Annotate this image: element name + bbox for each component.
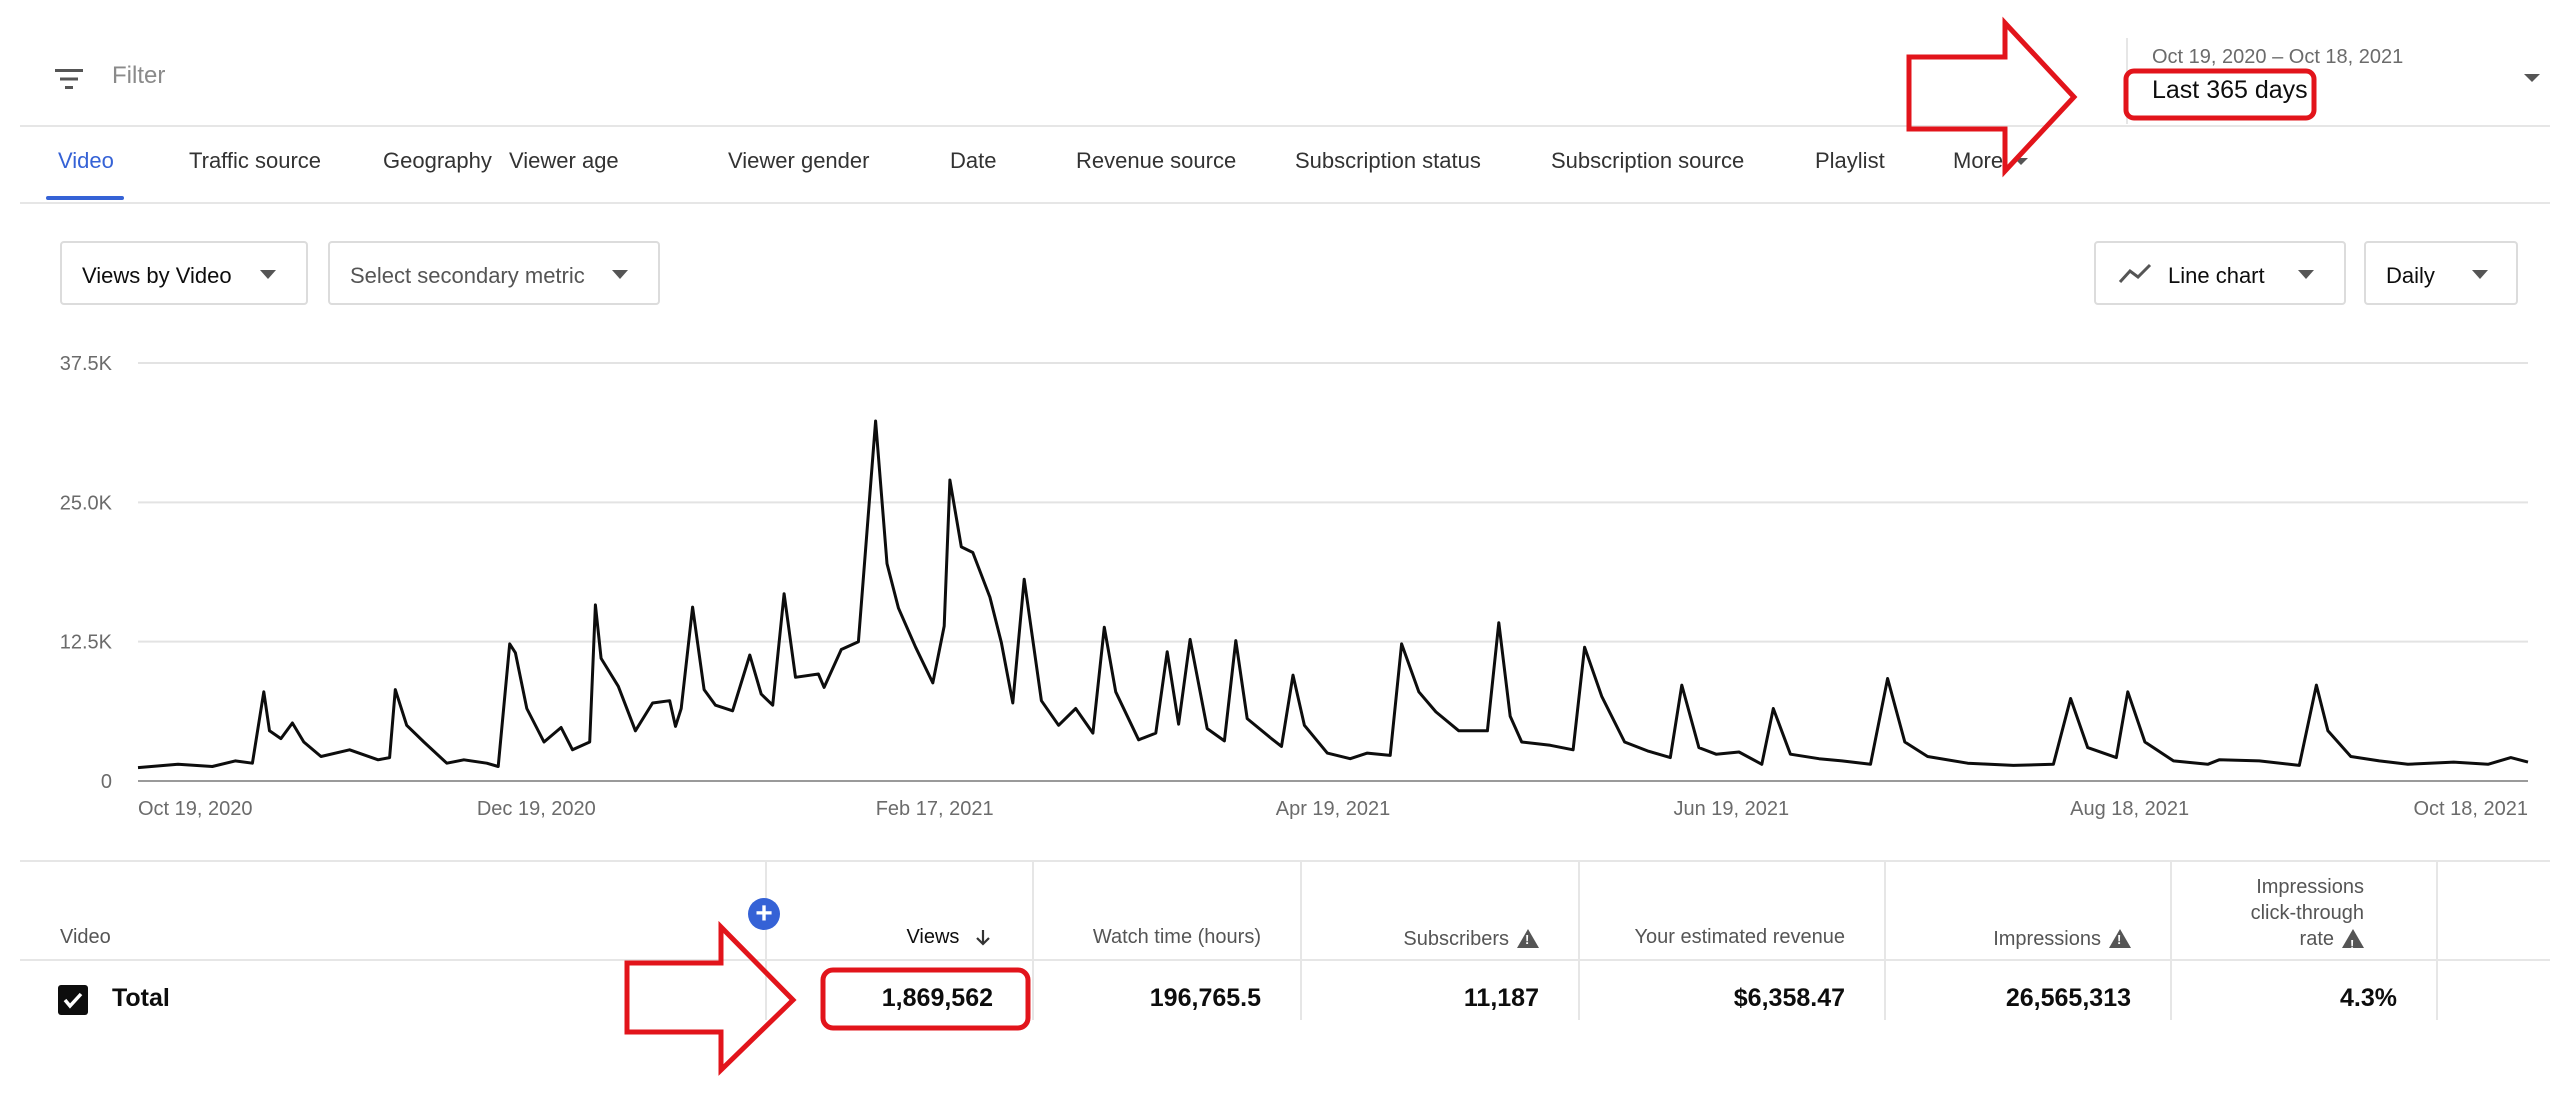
total-impressions: 26,565,313 bbox=[2005, 984, 2131, 1012]
granularity-label: Daily bbox=[2386, 263, 2435, 288]
total-ctr: 4.3% bbox=[2340, 984, 2397, 1012]
tab-revenue-source[interactable]: Revenue source bbox=[1076, 148, 1236, 174]
column-header-subscribers[interactable]: Subscribers bbox=[1403, 926, 1539, 951]
column-header-impressions[interactable]: Impressions bbox=[1993, 926, 2131, 951]
sort-descending-icon bbox=[976, 929, 990, 946]
checkmark-icon bbox=[63, 992, 83, 1009]
filter-icon[interactable] bbox=[52, 66, 86, 92]
secondary-metric-dropdown[interactable]: Select secondary metric bbox=[328, 241, 660, 305]
filter-input[interactable]: Filter bbox=[112, 62, 165, 90]
column-header-revenue[interactable]: Your estimated revenue bbox=[1634, 926, 1845, 949]
column-header-ctr-line2: click-through bbox=[2250, 902, 2364, 924]
tab-subscription-source[interactable]: Subscription source bbox=[1551, 148, 1744, 174]
chart-type-label: Line chart bbox=[2168, 263, 2265, 288]
column-header-views[interactable]: Views bbox=[906, 926, 993, 949]
date-divider bbox=[2126, 38, 2128, 124]
warning-icon[interactable] bbox=[2109, 929, 2131, 948]
add-metric-button[interactable]: + bbox=[748, 898, 780, 930]
column-header-views-label: Views bbox=[906, 926, 960, 948]
table-col-divider bbox=[1578, 860, 1580, 1020]
warning-icon[interactable] bbox=[2342, 929, 2364, 958]
y-tick-label: 0 bbox=[101, 771, 112, 793]
tab-geography[interactable]: Geography bbox=[383, 148, 492, 174]
total-row-label: Total bbox=[112, 984, 170, 1012]
tab-date[interactable]: Date bbox=[950, 148, 996, 174]
secondary-metric-caret-icon bbox=[612, 270, 628, 279]
active-tab-indicator bbox=[46, 196, 124, 200]
date-range-text[interactable]: Oct 19, 2020 – Oct 18, 2021 bbox=[2152, 46, 2403, 69]
table-col-divider bbox=[2170, 860, 2172, 1020]
chart-type-caret-icon bbox=[2298, 270, 2314, 279]
column-header-ctr-line1: Impressions bbox=[2256, 876, 2364, 898]
x-tick-label: Jun 19, 2021 bbox=[1674, 798, 1790, 820]
x-tick-label: Dec 19, 2020 bbox=[477, 798, 596, 820]
more-caret-icon bbox=[2014, 158, 2029, 166]
warning-icon[interactable] bbox=[1517, 929, 1539, 948]
secondary-metric-label: Select secondary metric bbox=[350, 263, 585, 288]
granularity-caret-icon bbox=[2472, 270, 2488, 279]
x-tick-label: Apr 19, 2021 bbox=[1276, 798, 1391, 820]
date-preset-text[interactable]: Last 365 days bbox=[2152, 76, 2308, 105]
total-subscribers: 11,187 bbox=[1463, 984, 1539, 1012]
table-col-divider bbox=[1884, 860, 1886, 1020]
table-col-divider bbox=[2436, 860, 2438, 1020]
total-views: 1,869,562 bbox=[881, 984, 993, 1012]
column-header-ctr[interactable]: Impressions click-through rate bbox=[2250, 874, 2364, 958]
column-header-ctr-line3: rate bbox=[2299, 928, 2334, 950]
table-col-divider bbox=[765, 860, 767, 1020]
tab-more[interactable]: More bbox=[1953, 148, 2031, 174]
tab-playlist[interactable]: Playlist bbox=[1815, 148, 1885, 174]
y-tick-label: 37.5K bbox=[60, 353, 113, 375]
granularity-dropdown[interactable]: Daily bbox=[2364, 241, 2518, 305]
x-tick-label: Oct 19, 2020 bbox=[138, 798, 253, 820]
column-header-subscribers-label: Subscribers bbox=[1403, 928, 1509, 950]
views-line-chart: 37.5K 25.0K 12.5K 0 Oct 19, 2020 Dec 19, 202… bbox=[60, 353, 2529, 820]
table-col-divider bbox=[1032, 860, 1034, 1020]
y-tick-label: 12.5K bbox=[60, 632, 113, 654]
tab-traffic-source[interactable]: Traffic source bbox=[189, 148, 321, 174]
tab-subscription-status[interactable]: Subscription status bbox=[1295, 148, 1481, 174]
primary-metric-dropdown[interactable]: Views by Video bbox=[60, 241, 308, 305]
tab-more-label: More bbox=[1953, 148, 2004, 173]
total-watch-time: 196,765.5 bbox=[1149, 984, 1261, 1012]
date-dropdown-caret-icon[interactable] bbox=[2520, 70, 2544, 86]
x-tick-label: Oct 18, 2021 bbox=[2413, 798, 2528, 820]
x-tick-label: Feb 17, 2021 bbox=[876, 798, 994, 820]
total-checkbox[interactable] bbox=[58, 985, 88, 1015]
tab-viewer-age[interactable]: Viewer age bbox=[509, 148, 619, 174]
line-chart-icon bbox=[2118, 263, 2152, 284]
primary-metric-caret-icon bbox=[260, 270, 276, 279]
primary-metric-label: Views by Video bbox=[82, 263, 232, 288]
y-tick-label: 25.0K bbox=[60, 492, 113, 514]
total-revenue: $6,358.47 bbox=[1733, 984, 1845, 1012]
annotation-arrow-icon bbox=[624, 920, 797, 1076]
tab-viewer-gender[interactable]: Viewer gender bbox=[728, 148, 869, 174]
column-header-video: Video bbox=[60, 926, 111, 948]
column-header-watch-time[interactable]: Watch time (hours) bbox=[1093, 926, 1261, 949]
column-header-impressions-label: Impressions bbox=[1993, 928, 2101, 950]
chart-type-dropdown[interactable]: Line chart bbox=[2094, 241, 2346, 305]
table-col-divider bbox=[1300, 860, 1302, 1020]
chart-series-views bbox=[137, 419, 2529, 770]
x-tick-label: Aug 18, 2021 bbox=[2070, 798, 2189, 820]
tab-video[interactable]: Video bbox=[58, 148, 114, 174]
